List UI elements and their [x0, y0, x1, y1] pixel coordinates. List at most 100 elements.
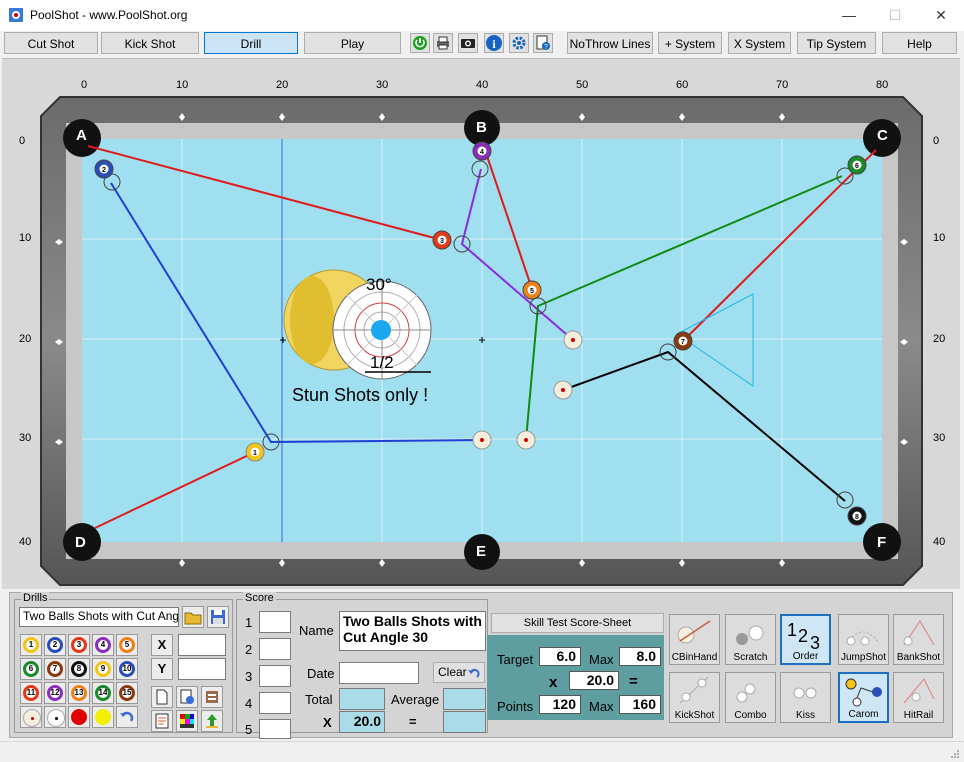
target-value[interactable]: 6.0: [539, 647, 581, 666]
svg-text:3: 3: [810, 633, 820, 652]
drill-select[interactable]: Two Balls Shots with Cut Angle 30: [19, 607, 179, 627]
drill-button[interactable]: Drill: [204, 32, 298, 54]
multiplier-input[interactable]: 20.0: [339, 711, 385, 733]
kick-shot-button[interactable]: Kick Shot: [101, 32, 199, 54]
hit-rail-button[interactable]: HitRail: [893, 672, 944, 723]
ball-8[interactable]: 8: [847, 506, 867, 526]
skill-multiplier-value[interactable]: 20.0: [569, 671, 619, 690]
resize-grip-icon[interactable]: [950, 749, 960, 759]
score-row-2-label: 2: [245, 642, 253, 657]
kick-shot-type-button[interactable]: KickShot: [669, 672, 720, 723]
ruler-x-label: 0: [81, 79, 88, 91]
ball-2[interactable]: 2: [94, 159, 114, 179]
max-value[interactable]: 8.0: [619, 647, 661, 666]
combo-label: Combo: [734, 710, 767, 721]
score-row-5-input[interactable]: [259, 719, 291, 739]
ball-button-6[interactable]: 6: [20, 658, 42, 680]
pool-table-canvas[interactable]: 1 2 3 4 5 6 7 8: [2, 59, 960, 589]
ball-button-11[interactable]: 11: [20, 682, 42, 704]
ball-7[interactable]: 7: [673, 331, 693, 351]
print-icon[interactable]: [433, 33, 453, 53]
ball-4[interactable]: 4: [472, 141, 492, 161]
ball-button-15[interactable]: 15: [116, 682, 138, 704]
upload-icon[interactable]: [201, 710, 223, 732]
pocket-label-d: D: [75, 534, 86, 551]
ball-button-3[interactable]: 3: [68, 634, 90, 656]
document-settings-icon[interactable]: [176, 686, 198, 708]
ruler-x-label: 20: [276, 79, 289, 91]
ball-button-8[interactable]: 8: [68, 658, 90, 680]
ball-button-4[interactable]: 4: [92, 634, 114, 656]
ball-button-12[interactable]: 12: [44, 682, 66, 704]
kiss-label: Kiss: [796, 710, 815, 721]
ball-button-5[interactable]: 5: [116, 634, 138, 656]
ball-5[interactable]: 5: [522, 280, 542, 300]
pool-table-area[interactable]: 1 2 3 4 5 6 7 8 0 10 20 30 40 50 60 70 8…: [2, 58, 960, 589]
new-document-icon[interactable]: [151, 686, 173, 708]
carom-label: Carom: [848, 709, 879, 720]
toolbar: Cut Shot Kick Shot Drill Play i ? NoThro…: [0, 31, 964, 58]
red-ball-button[interactable]: [68, 706, 90, 728]
score-row-1-input[interactable]: [259, 611, 291, 633]
drills-group: Drills Two Balls Shots with Cut Angle 30…: [14, 592, 233, 733]
help-button[interactable]: Help: [882, 32, 957, 54]
open-folder-icon[interactable]: [182, 606, 204, 628]
points-max-label: Max: [589, 699, 614, 714]
ball-1[interactable]: 1: [245, 442, 265, 462]
cb-in-hand-button[interactable]: CBinHand: [669, 614, 720, 665]
combo-button[interactable]: Combo: [725, 672, 776, 723]
ball-6[interactable]: 6: [847, 155, 867, 175]
ball-button-2[interactable]: 2: [44, 634, 66, 656]
bank-shot-button[interactable]: BankShot: [893, 614, 944, 665]
cue-ball-button[interactable]: [20, 706, 42, 728]
play-button[interactable]: Play: [304, 32, 401, 54]
power-icon[interactable]: [410, 33, 430, 53]
jump-shot-button[interactable]: JumpShot: [838, 614, 889, 665]
bank-shot-icon: [903, 620, 935, 646]
ball-3[interactable]: 3: [432, 230, 452, 250]
skill-equals-label: =: [629, 673, 638, 690]
order-button[interactable]: 1 2 3 Order: [780, 614, 831, 665]
date-input[interactable]: [339, 662, 419, 684]
score-row-2-input[interactable]: [259, 638, 291, 660]
ball-button-7[interactable]: 7: [44, 658, 66, 680]
undo-icon[interactable]: [116, 706, 138, 728]
tip-system-button[interactable]: Tip System: [797, 32, 876, 54]
kiss-button[interactable]: Kiss: [780, 672, 831, 723]
ball-button-1[interactable]: 1: [20, 634, 42, 656]
ball-button-13[interactable]: 13: [68, 682, 90, 704]
clear-button[interactable]: Clear: [433, 662, 485, 683]
maximize-button[interactable]: ☐: [872, 0, 918, 31]
jump-shot-label: JumpShot: [840, 652, 887, 663]
ball-button-14[interactable]: 14: [92, 682, 114, 704]
y-coordinate-input[interactable]: [178, 658, 226, 680]
notes-icon[interactable]: [151, 710, 173, 732]
ball-button-10[interactable]: 10: [116, 658, 138, 680]
ruler-x-label: 10: [176, 79, 189, 91]
plus-system-button[interactable]: + System: [658, 32, 722, 54]
no-throw-lines-button[interactable]: NoThrow Lines: [567, 32, 653, 54]
ball-2-number: 2: [102, 167, 106, 174]
settings-gear-icon[interactable]: [509, 33, 529, 53]
minimize-button[interactable]: —: [826, 0, 872, 31]
score-row-4-input[interactable]: [259, 692, 291, 714]
white-ball-button[interactable]: [44, 706, 66, 728]
order-label: Order: [792, 651, 819, 662]
skill-test-button[interactable]: Skill Test Score-Sheet: [491, 613, 664, 633]
help-document-icon[interactable]: ?: [533, 33, 553, 53]
scratch-button[interactable]: Scratch: [725, 614, 776, 665]
info-icon[interactable]: i: [484, 33, 504, 53]
camera-icon[interactable]: [458, 33, 478, 53]
carom-button[interactable]: Carom: [838, 672, 889, 723]
ball-button-9[interactable]: 9: [92, 658, 114, 680]
cut-shot-button[interactable]: Cut Shot: [4, 32, 98, 54]
x-system-button[interactable]: X System: [728, 32, 791, 54]
close-button[interactable]: ✕: [918, 0, 964, 31]
export-icon[interactable]: [201, 686, 223, 708]
save-icon[interactable]: [207, 606, 229, 628]
score-row-3-input[interactable]: [259, 665, 291, 687]
color-palette-icon[interactable]: [176, 710, 198, 732]
name-input[interactable]: Two Balls Shots with Cut Angle 30: [339, 611, 486, 651]
x-coordinate-input[interactable]: [178, 634, 226, 656]
yellow-ball-button[interactable]: [92, 706, 114, 728]
